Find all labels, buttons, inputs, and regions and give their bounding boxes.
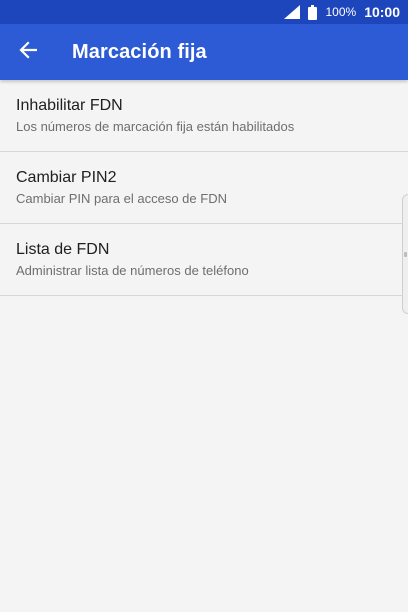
status-bar: 100% 10:00 <box>0 0 408 24</box>
list-item-change-pin2[interactable]: Cambiar PIN2 Cambiar PIN para el acceso … <box>0 152 408 224</box>
screen: 100% 10:00 Marcación fija Inhabilitar FD… <box>0 0 408 612</box>
item-subtitle: Cambiar PIN para el acceso de FDN <box>16 190 227 206</box>
battery-icon <box>308 4 318 20</box>
handle-grip-icon <box>404 252 407 257</box>
arrow-back-icon <box>19 40 38 64</box>
item-title: Inhabilitar FDN <box>16 96 123 114</box>
list-item-disable-fdn[interactable]: Inhabilitar FDN Los números de marcación… <box>0 80 408 152</box>
settings-list: Inhabilitar FDN Los números de marcación… <box>0 80 408 296</box>
item-title: Lista de FDN <box>16 240 110 258</box>
edge-panel-handle[interactable] <box>402 194 408 314</box>
battery-percent: 100% <box>325 5 357 19</box>
signal-icon <box>284 5 301 19</box>
page-title: Marcación fija <box>72 40 207 63</box>
app-bar: Marcación fija <box>0 24 408 80</box>
item-subtitle: Administrar lista de números de teléfono <box>16 262 249 278</box>
back-button[interactable] <box>0 24 56 80</box>
clock: 10:00 <box>364 4 400 20</box>
item-subtitle: Los números de marcación fija están habi… <box>16 118 295 134</box>
list-item-fdn-list[interactable]: Lista de FDN Administrar lista de número… <box>0 224 408 296</box>
item-title: Cambiar PIN2 <box>16 168 117 186</box>
